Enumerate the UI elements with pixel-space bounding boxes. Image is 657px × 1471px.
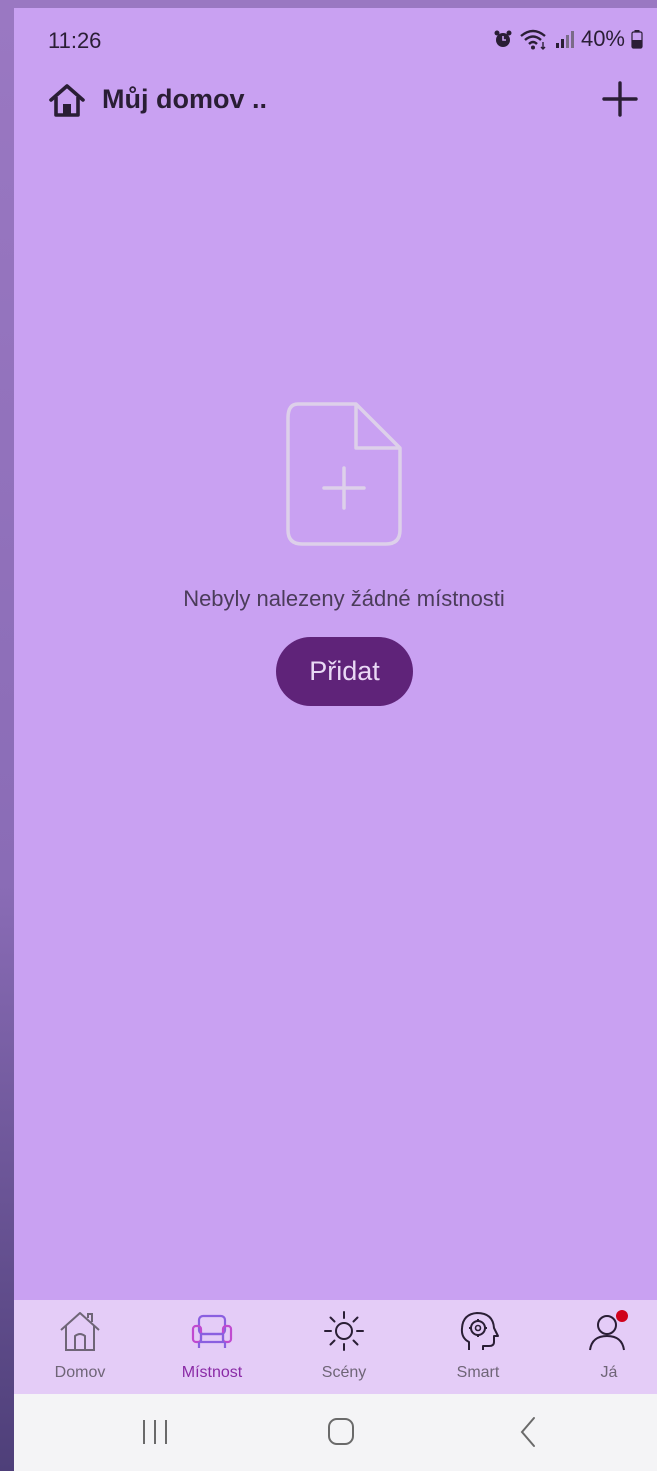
nav-item-ja[interactable]: Já [549,1300,657,1394]
home-icon[interactable] [48,82,86,118]
back-icon[interactable] [504,1412,554,1452]
armchair-icon [191,1314,233,1348]
alarm-icon [494,30,512,47]
head-gear-icon [460,1312,499,1350]
bottom-nav: Domov Místnost Scény Smart Já [14,1300,657,1394]
wifi-icon [520,29,546,50]
nav-item-domov[interactable]: Domov [20,1300,140,1394]
home-selector[interactable]: Můj domov .. [102,84,267,115]
nav-label-domov: Domov [54,1364,106,1381]
status-time: 11:26 [48,28,102,53]
system-nav-bar [14,1394,657,1471]
nav-item-smart[interactable]: Smart [418,1300,538,1394]
app-header: Můj domov .. [14,72,657,132]
app-screen: 11:26 40% Můj domov .. Nebyly nalezeny ž… [14,8,657,1471]
battery-percent: 40% [580,26,625,51]
house-icon [60,1312,100,1351]
user-icon [589,1310,628,1351]
nav-label-sceny: Scény [321,1364,367,1381]
status-bar: 11:26 40% [14,8,657,64]
plus-icon[interactable] [599,78,641,120]
nav-item-sceny[interactable]: Scény [284,1300,404,1394]
nav-item-mistnost[interactable]: Místnost [152,1300,272,1394]
empty-state-message: Nebyly nalezeny žádné místnosti [183,586,505,611]
add-room-button[interactable]: Přidat [276,637,413,706]
home-nav-icon[interactable] [316,1412,366,1452]
add-document-icon [286,402,402,546]
sun-icon [324,1311,364,1351]
notification-badge [616,1310,628,1322]
nav-label-ja: Já [600,1364,618,1381]
signal-icon [555,31,574,48]
battery-icon [631,30,643,49]
nav-label-mistnost: Místnost [181,1364,243,1381]
recents-icon[interactable] [130,1412,180,1452]
nav-label-smart: Smart [456,1364,500,1381]
status-icons: 40% [493,26,643,52]
